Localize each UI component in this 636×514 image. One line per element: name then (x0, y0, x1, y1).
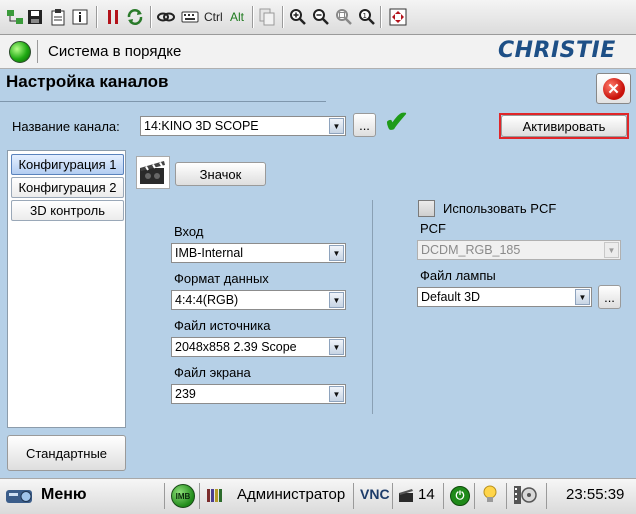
chevron-down-icon: ▼ (329, 245, 344, 261)
chevron-down-icon: ▼ (329, 292, 344, 308)
source-file-select[interactable]: 2048x858 2.39 Scope ▼ (171, 337, 346, 357)
sidebar-item-config-1[interactable]: Конфигурация 1 (11, 154, 124, 175)
pcf-select: DCDM_RGB_185 ▼ (417, 240, 621, 260)
lamp-file-label: Файл лампы (420, 268, 496, 283)
chevron-down-icon: ▼ (575, 289, 590, 305)
lamp-file-value: Default 3D (421, 290, 481, 304)
lamp-browse-button[interactable]: ... (598, 285, 621, 309)
input-select[interactable]: IMB-Internal ▼ (171, 243, 346, 263)
close-icon: ✕ (602, 77, 625, 100)
zoom-out-icon[interactable] (312, 7, 330, 27)
data-format-value: 4:4:4(RGB) (175, 293, 239, 307)
defaults-button[interactable]: Стандартные (7, 435, 126, 471)
film-clapper-icon (136, 156, 170, 189)
status-ok-icon (9, 41, 31, 63)
data-format-label: Формат данных (174, 271, 269, 286)
film-clapper-small-icon (398, 487, 414, 506)
refresh-icon[interactable] (126, 7, 144, 27)
fullscreen-icon[interactable] (389, 7, 407, 27)
save-icon[interactable] (27, 7, 43, 27)
sidebar-item-3d-control[interactable]: 3D контроль (11, 200, 124, 221)
sidebar-item-config-2[interactable]: Конфигурация 2 (11, 177, 124, 198)
pcf-value: DCDM_RGB_185 (421, 243, 521, 257)
input-label: Вход (174, 224, 204, 239)
lamp-bulb-icon[interactable] (482, 485, 498, 508)
input-value: IMB-Internal (175, 246, 244, 260)
imb-label: IMB (175, 491, 191, 501)
checkmark-icon: ✔ (384, 106, 410, 139)
channel-name-select[interactable]: 14:KINO 3D SCOPE ▼ (140, 116, 346, 136)
channel-name-value: 14:KINO 3D SCOPE (144, 119, 259, 133)
info-icon[interactable] (72, 7, 88, 27)
defaults-label: Стандартные (25, 445, 108, 461)
icon-button-label: Значок (199, 166, 242, 182)
keyboard-icon[interactable] (181, 7, 199, 27)
film-reel-icon[interactable] (512, 484, 538, 509)
network-icon[interactable] (6, 7, 24, 27)
screen-file-label: Файл экрана (174, 365, 251, 380)
svg-text:1: 1 (363, 12, 367, 20)
clipboard-icon[interactable] (50, 7, 66, 27)
config-list: Конфигурация 1 Конфигурация 2 3D контрол… (7, 150, 126, 428)
vnc-indicator[interactable]: VNC (360, 486, 390, 502)
alt-key-button[interactable]: Alt (229, 7, 245, 27)
pcf-label: PCF (420, 221, 446, 236)
browse-label: ... (359, 117, 370, 133)
zoom-actual-icon[interactable]: 1 (358, 7, 376, 27)
chevron-down-icon: ▼ (604, 242, 619, 258)
chevron-down-icon: ▼ (329, 339, 344, 355)
color-bars-icon[interactable] (205, 486, 223, 507)
clock: 23:55:39 (566, 486, 625, 503)
channel-count: 14 (418, 486, 435, 503)
screen-file-select[interactable]: 239 ▼ (171, 384, 346, 404)
chevron-down-icon: ▼ (329, 386, 344, 402)
pause-icon[interactable] (105, 7, 121, 27)
channel-name-label: Название канала: (12, 119, 120, 134)
user-name: Администратор (237, 486, 346, 503)
lamp-file-select[interactable]: Default 3D ▼ (417, 287, 592, 307)
menu-button[interactable]: Меню (41, 486, 87, 504)
close-button[interactable]: ✕ (596, 73, 631, 104)
zoom-in-icon[interactable] (289, 7, 307, 27)
data-format-select[interactable]: 4:4:4(RGB) ▼ (171, 290, 346, 310)
alt-key-label: Alt (229, 10, 244, 24)
projector-icon[interactable] (5, 484, 37, 509)
zoom-fit-icon[interactable] (335, 7, 353, 27)
status-message: Система в порядке (48, 43, 182, 60)
sidebar-item-label: Конфигурация 2 (18, 180, 117, 195)
use-pcf-checkbox[interactable] (418, 200, 435, 217)
screen-file-value: 239 (175, 387, 196, 401)
imb-status-icon[interactable]: IMB (171, 484, 195, 508)
chevron-down-icon: ▼ (329, 118, 344, 134)
browse-label: ... (604, 289, 615, 305)
sidebar-item-label: 3D контроль (30, 203, 105, 218)
channel-browse-button[interactable]: ... (353, 113, 376, 137)
ctrl-key-label: Ctrl (204, 10, 223, 24)
activate-highlight (499, 113, 629, 139)
sidebar-item-label: Конфигурация 1 (18, 157, 117, 172)
brand-logo: CHRISTIE (498, 38, 616, 63)
ctrl-key-button[interactable]: Ctrl (204, 7, 223, 27)
source-file-label: Файл источника (174, 318, 271, 333)
section-divider (372, 200, 373, 414)
source-file-value: 2048x858 2.39 Scope (175, 340, 297, 354)
toolbar: Ctrl Alt 1 (0, 0, 636, 35)
icon-button[interactable]: Значок (175, 162, 266, 186)
use-pcf-label: Использовать PCF (443, 201, 557, 216)
chain-link-icon[interactable] (157, 7, 175, 27)
page-title: Настройка каналов (6, 72, 169, 91)
power-icon[interactable]: ⏻ (450, 486, 470, 506)
copy-icon[interactable] (259, 7, 275, 27)
